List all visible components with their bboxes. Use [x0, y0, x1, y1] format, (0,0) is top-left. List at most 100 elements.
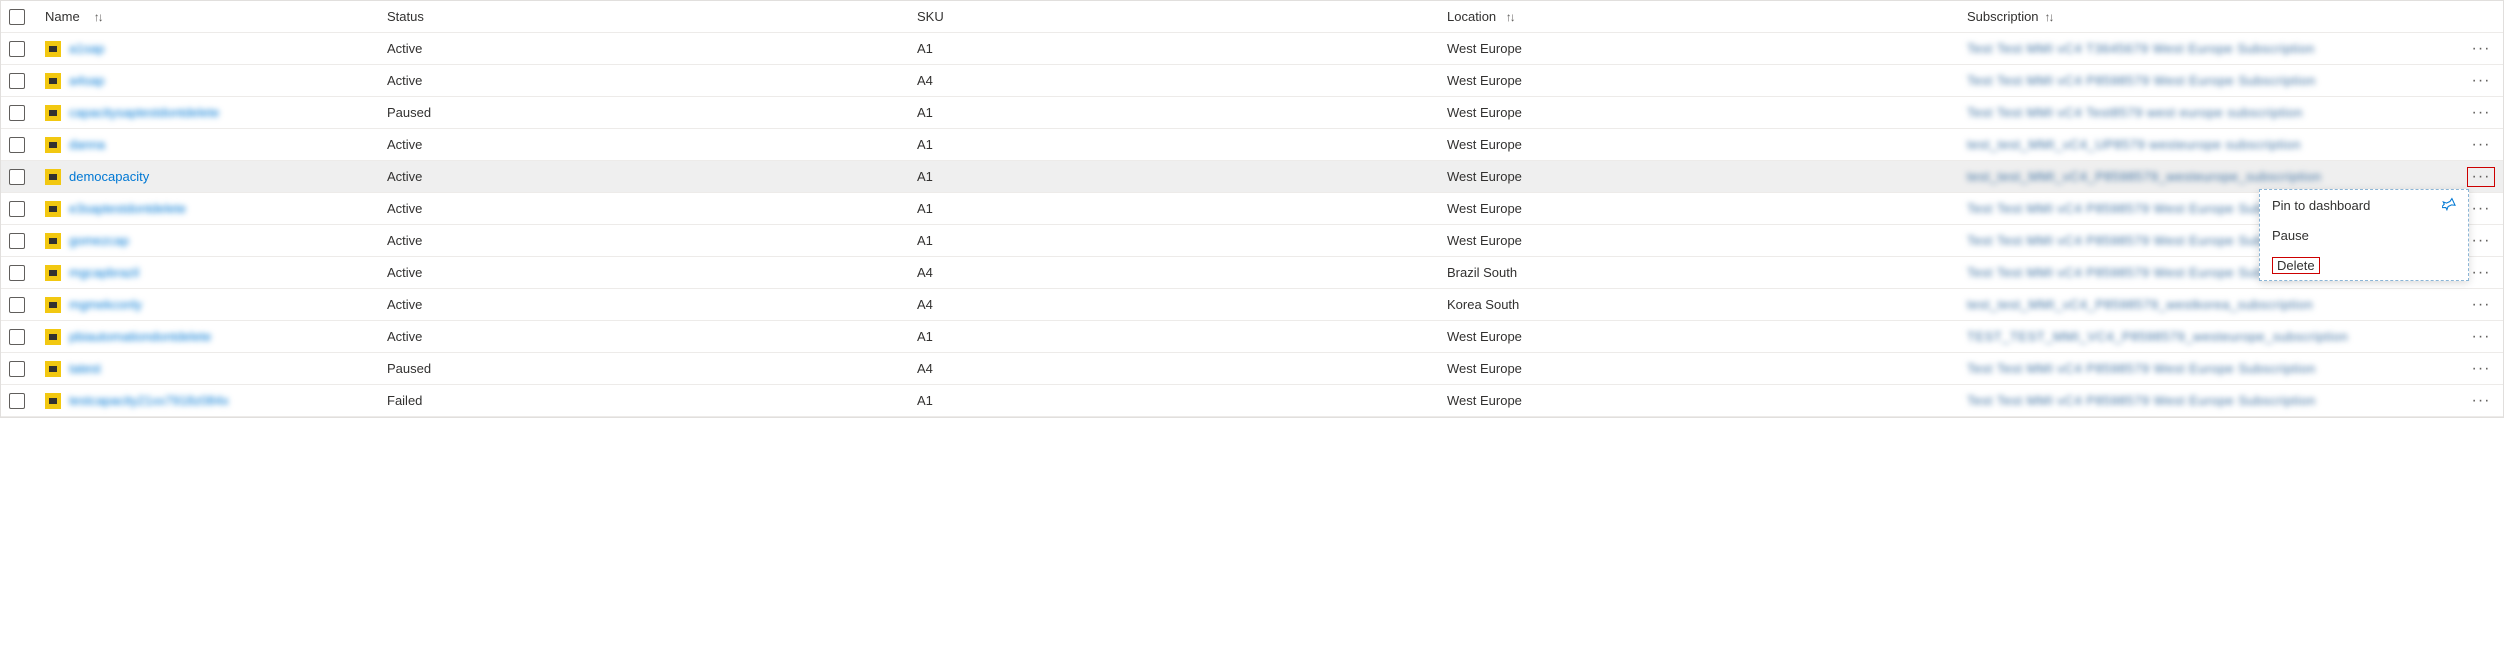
subscription-text: test_test_MMI_vC4_P8598579_westeurope_su…: [1967, 169, 2322, 184]
table-row[interactable]: gomezcapActiveA1West EuropeTest Test MMI…: [1, 225, 2503, 257]
row-checkbox[interactable]: [9, 361, 25, 377]
row-actions-button[interactable]: ···: [2467, 39, 2495, 59]
row-checkbox-cell: [9, 105, 45, 121]
resource-icon: [45, 201, 61, 217]
cell-location: West Europe: [1447, 41, 1967, 56]
resource-name-link[interactable]: gomezcap: [69, 233, 129, 248]
row-actions-button[interactable]: ···: [2467, 295, 2495, 315]
cell-subscription: Test Test MMI vC4 P8598579 West Europe S…: [1967, 73, 2459, 88]
resource-name-link[interactable]: mgcapbrazil: [69, 265, 139, 280]
row-actions-button[interactable]: ···: [2467, 391, 2495, 411]
column-header-status[interactable]: Status: [387, 9, 917, 24]
resource-name-link[interactable]: pbiautomationdontdelete: [69, 329, 211, 344]
resource-icon: [45, 233, 61, 249]
column-header-name[interactable]: Name ↑↓: [45, 9, 387, 24]
resource-icon: [45, 137, 61, 153]
menu-label: Pin to dashboard: [2272, 198, 2370, 213]
row-checkbox[interactable]: [9, 393, 25, 409]
cell-location: West Europe: [1447, 201, 1967, 216]
row-checkbox[interactable]: [9, 265, 25, 281]
column-header-subscription[interactable]: Subscription ↑↓: [1967, 9, 2459, 24]
resource-name-link[interactable]: a4sap: [69, 73, 104, 88]
resource-name-link[interactable]: mgmekconly: [69, 297, 142, 312]
row-checkbox[interactable]: [9, 169, 25, 185]
row-checkbox[interactable]: [9, 201, 25, 217]
cell-location: West Europe: [1447, 233, 1967, 248]
column-header-sku[interactable]: SKU: [917, 9, 1447, 24]
row-actions-button[interactable]: ···: [2467, 71, 2495, 91]
cell-status: Failed: [387, 393, 917, 408]
row-checkbox[interactable]: [9, 297, 25, 313]
row-checkbox-cell: [9, 137, 45, 153]
resource-name-link[interactable]: a1sap: [69, 41, 104, 56]
resource-name-link[interactable]: tatest: [69, 361, 101, 376]
cell-subscription: test_test_MMI_vC4_UP8579 westeurope subs…: [1967, 137, 2459, 152]
cell-location: Korea South: [1447, 297, 1967, 312]
cell-status: Active: [387, 265, 917, 280]
cell-name: gomezcap: [45, 233, 387, 249]
select-all-checkbox[interactable]: [9, 9, 25, 25]
resource-icon: [45, 169, 61, 185]
resource-name-link[interactable]: danna: [69, 137, 105, 152]
row-actions-button[interactable]: ···: [2467, 359, 2495, 379]
ellipsis-icon: ···: [2472, 41, 2491, 57]
cell-location: West Europe: [1447, 73, 1967, 88]
row-actions-button[interactable]: ···: [2467, 135, 2495, 155]
table-row[interactable]: democapacityActiveA1West Europetest_test…: [1, 161, 2503, 193]
row-actions-button[interactable]: ···: [2467, 103, 2495, 123]
table-row[interactable]: mgmekconlyActiveA4Korea Southtest_test_M…: [1, 289, 2503, 321]
row-checkbox[interactable]: [9, 41, 25, 57]
table-row[interactable]: mgcapbrazilActiveA4Brazil SouthTest Test…: [1, 257, 2503, 289]
resource-name-link[interactable]: democapacity: [69, 169, 149, 184]
ellipsis-icon: ···: [2472, 233, 2491, 249]
table-row[interactable]: testcapacity21xx7918z084xFailedA1West Eu…: [1, 385, 2503, 417]
row-checkbox[interactable]: [9, 233, 25, 249]
row-checkbox[interactable]: [9, 329, 25, 345]
cell-name: pbiautomationdontdelete: [45, 329, 387, 345]
row-actions-button[interactable]: ···: [2467, 327, 2495, 347]
table-row[interactable]: pbiautomationdontdeleteActiveA1West Euro…: [1, 321, 2503, 353]
table-row[interactable]: tatestPausedA4West EuropeTest Test MMI v…: [1, 353, 2503, 385]
row-checkbox[interactable]: [9, 105, 25, 121]
table-row[interactable]: a1sapActiveA1West EuropeTest Test MMI vC…: [1, 33, 2503, 65]
cell-subscription: test_test_MMI_vC4_P8598579_westeurope_su…: [1967, 169, 2459, 184]
row-checkbox-cell: [9, 169, 45, 185]
menu-label: Pause: [2272, 228, 2309, 243]
resource-icon: [45, 73, 61, 89]
cell-location: West Europe: [1447, 329, 1967, 344]
table-row[interactable]: dannaActiveA1West Europetest_test_MMI_vC…: [1, 129, 2503, 161]
cell-actions: ···: [2459, 327, 2503, 347]
ellipsis-icon: ···: [2472, 361, 2491, 377]
resource-name-link[interactable]: e3saptestdontdelete: [69, 201, 186, 216]
table-row[interactable]: e3saptestdontdeleteActiveA1West EuropeTe…: [1, 193, 2503, 225]
subscription-text: Test Test MMI vC4 P8598579 West Europe S…: [1967, 73, 2316, 88]
row-checkbox-cell: [9, 73, 45, 89]
cell-status: Active: [387, 297, 917, 312]
cell-subscription: Test Test MMI vC4 T3645679 West Europe S…: [1967, 41, 2459, 56]
subscription-text: Test Test MMI vC4 T3645679 West Europe S…: [1967, 41, 2315, 56]
resource-name-link[interactable]: capacitysaptestdontdelete: [69, 105, 219, 120]
resource-name-link[interactable]: testcapacity21xx7918z084x: [69, 393, 229, 408]
ellipsis-icon: ···: [2472, 297, 2491, 313]
table-row[interactable]: a4sapActiveA4West EuropeTest Test MMI vC…: [1, 65, 2503, 97]
cell-status: Active: [387, 137, 917, 152]
resource-icon: [45, 265, 61, 281]
resource-icon: [45, 393, 61, 409]
row-actions-button[interactable]: ···: [2467, 263, 2495, 283]
subscription-text: test_test_MMI_vC4_UP8579 westeurope subs…: [1967, 137, 2301, 152]
row-actions-button[interactable]: ···: [2467, 199, 2495, 219]
subscription-text: Test Test MMI vC4 P8598579 West Europe S…: [1967, 393, 2316, 408]
cell-sku: A1: [917, 105, 1447, 120]
menu-item-pin[interactable]: Pin to dashboard: [2260, 190, 2468, 220]
menu-item-delete[interactable]: Delete: [2260, 250, 2468, 280]
menu-item-pause[interactable]: Pause: [2260, 220, 2468, 250]
row-actions-button[interactable]: ···: [2467, 231, 2495, 251]
ellipsis-icon: ···: [2472, 137, 2491, 153]
row-actions-button[interactable]: ···: [2467, 167, 2495, 187]
row-checkbox-cell: [9, 265, 45, 281]
row-checkbox[interactable]: [9, 137, 25, 153]
row-checkbox[interactable]: [9, 73, 25, 89]
resource-icon: [45, 361, 61, 377]
table-row[interactable]: capacitysaptestdontdeletePausedA1West Eu…: [1, 97, 2503, 129]
column-header-location[interactable]: Location ↑↓: [1447, 9, 1967, 24]
